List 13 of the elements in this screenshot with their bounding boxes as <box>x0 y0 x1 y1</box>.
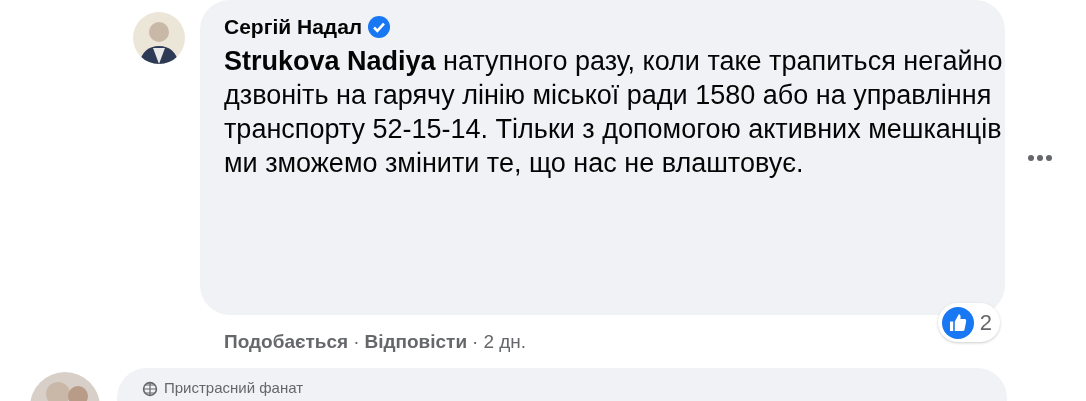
thumbs-up-icon <box>941 306 974 339</box>
more-options-icon[interactable] <box>1028 155 1052 161</box>
author-name[interactable]: Сергій Надал <box>224 11 363 43</box>
action-link[interactable]: Подобається <box>224 328 349 357</box>
timestamp[interactable]: 2 дн. <box>483 328 527 357</box>
action-link[interactable]: Відповісти <box>364 328 468 357</box>
comment-text: Strukova Nadiya натупного разу, коли таке трапиться негайно дзвоніть на гарячу лінію міської ради 1580 або на управління транспорту 52-15-14. Тільки з допомогою активних мешканців ми зможемо змінити те, що нас не влаштовує. <box>224 44 1004 180</box>
globe-icon <box>142 381 158 397</box>
reaction-badge[interactable]: 2 <box>937 303 1000 342</box>
separator-dot: · <box>472 330 479 354</box>
badge-label: Пристрасний фанат <box>164 380 304 396</box>
separator-dot: · <box>353 330 360 354</box>
reaction-count: 2 <box>979 309 992 337</box>
